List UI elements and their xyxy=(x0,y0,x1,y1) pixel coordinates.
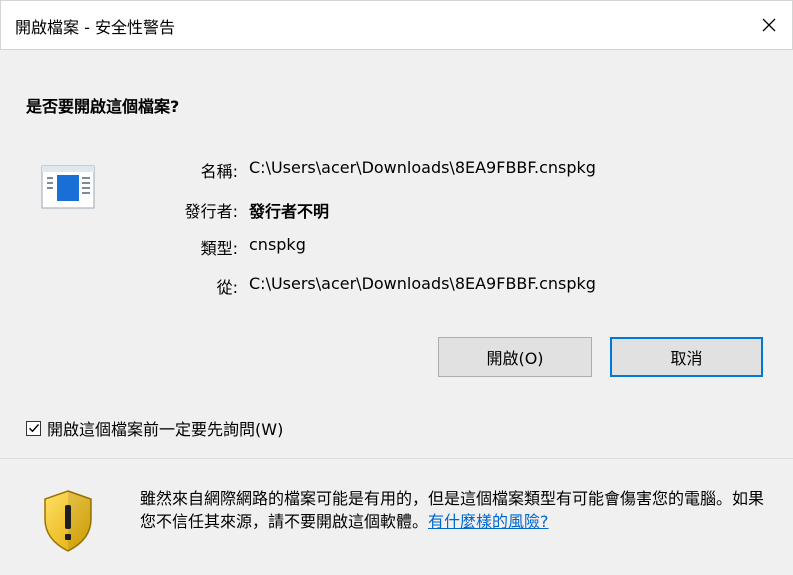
from-value: C:\Users\acer\Downloads\8EA9FBBF.cnspkg xyxy=(249,274,596,293)
shield-warning-icon xyxy=(44,490,92,552)
ask-before-open-label: 開啟這個檔案前一定要先詢問(W) xyxy=(47,420,284,439)
window-title: 開啟檔案 - 安全性警告 xyxy=(15,18,175,37)
type-value: cnspkg xyxy=(249,235,306,254)
open-button[interactable]: 開啟(O) xyxy=(438,337,592,377)
publisher-label: 發行者: xyxy=(184,202,238,221)
ask-before-open-option[interactable]: 開啟這個檔案前一定要先詢問(W) xyxy=(26,416,283,440)
close-button[interactable] xyxy=(746,1,792,49)
risk-info-link[interactable]: 有什麼樣的風險? xyxy=(428,512,549,531)
type-label: 類型: xyxy=(200,239,238,258)
cancel-button[interactable]: 取消 xyxy=(610,337,763,377)
question-heading: 是否要開啟這個檔案? xyxy=(26,97,180,116)
name-label: 名稱: xyxy=(200,162,238,181)
close-icon xyxy=(762,18,776,32)
file-icon xyxy=(41,165,95,209)
ask-before-open-checkbox[interactable] xyxy=(26,420,41,436)
publisher-value: 發行者不明 xyxy=(249,202,330,221)
warning-message: 雖然來自網際網路的檔案可能是有用的，但是這個檔案類型有可能會傷害您的電腦。如果您… xyxy=(140,487,772,533)
checkmark-icon xyxy=(28,424,39,433)
title-bar: 開啟檔案 - 安全性警告 xyxy=(0,0,793,50)
security-warning-dialog: 開啟檔案 - 安全性警告 是否要開啟這個檔案? 名稱: C:\Users\ace… xyxy=(0,0,793,575)
name-value: C:\Users\acer\Downloads\8EA9FBBF.cnspkg xyxy=(249,158,596,177)
from-label: 從: xyxy=(216,278,238,297)
